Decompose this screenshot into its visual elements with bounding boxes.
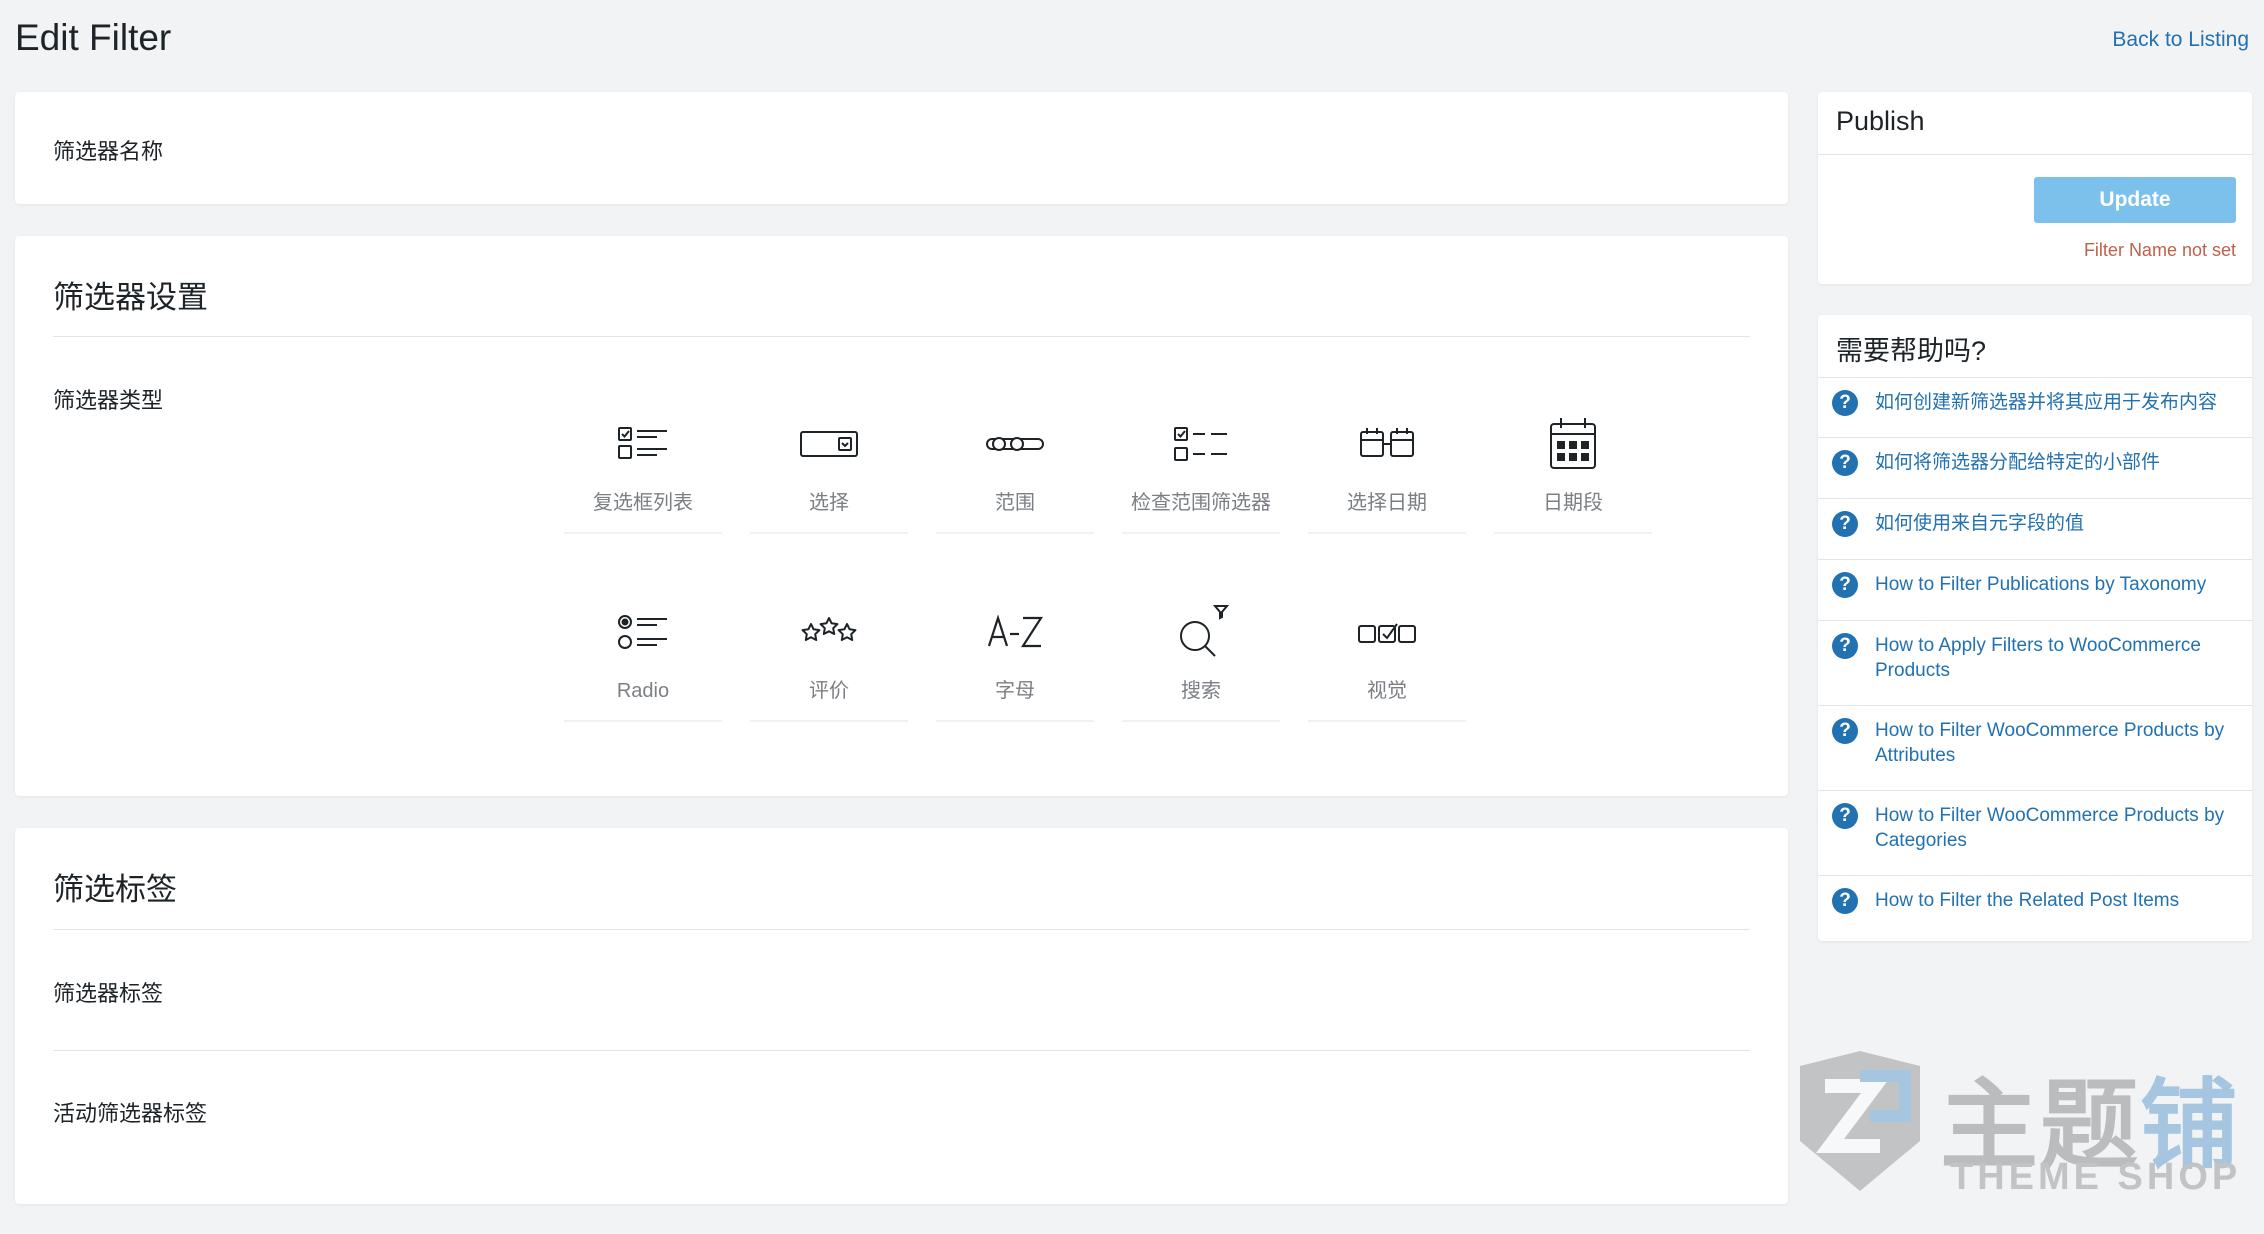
help-link[interactable]: How to Filter the Related Post Items	[1875, 888, 2238, 913]
back-to-listing-link[interactable]: Back to Listing	[2112, 28, 2249, 52]
filter-settings-card: 筛选器设置 筛选器类型 复选框列表 选择 范围 检查范围筛选器 选择日期 日期段…	[15, 236, 1788, 796]
active-filter-label-field-label: 活动筛选器标签	[53, 1101, 208, 1126]
help-link-item: ? How to Filter WooCommerce Products by …	[1818, 790, 2252, 876]
help-link[interactable]: How to Filter WooCommerce Products by Ca…	[1875, 803, 2238, 853]
help-link-item: ? 如何创建新筛选器并将其应用于发布内容	[1818, 377, 2252, 438]
help-link-item: ? How to Filter Publications by Taxonomy	[1818, 559, 2252, 620]
help-link[interactable]: How to Filter WooCommerce Products by At…	[1875, 718, 2238, 768]
visual-icon	[1358, 623, 1416, 643]
filter-type-checkboxes[interactable]: 复选框列表	[564, 394, 722, 534]
divider	[53, 336, 1750, 337]
filter-name-label: 筛选器名称	[53, 139, 164, 164]
question-icon: ?	[1832, 572, 1858, 598]
filter-type-date-picker[interactable]: 选择日期	[1308, 394, 1466, 534]
filter-type-search[interactable]: 搜索	[1122, 582, 1280, 722]
rating-stars-icon	[801, 617, 857, 641]
date-picker-icon	[1360, 428, 1414, 457]
filter-type-label-text: 选择日期	[1347, 492, 1427, 514]
filter-labels-card: 筛选标签 筛选器标签 活动筛选器标签	[15, 828, 1788, 1204]
filter-type-label: 筛选器类型	[53, 388, 164, 413]
help-link[interactable]: How to Filter Publications by Taxonomy	[1875, 572, 2238, 597]
filter-type-range[interactable]: 范围	[936, 394, 1094, 534]
filter-name-error: Filter Name not set	[2083, 240, 2236, 260]
watermark-logo: 主题铺 THEME SHOP	[1790, 1038, 2250, 1208]
filter-type-alphabet[interactable]: 字母	[936, 582, 1094, 722]
watermark-subtext: THEME SHOP	[1950, 1156, 2242, 1198]
filter-type-label-text: 选择	[809, 492, 849, 514]
filter-type-radio[interactable]: Radio	[564, 582, 722, 722]
date-period-icon	[1550, 418, 1596, 469]
alphabet-icon	[987, 614, 1044, 648]
question-icon: ?	[1832, 390, 1858, 416]
filter-label-field-label: 筛选器标签	[53, 981, 164, 1006]
page-title: Edit Filter	[15, 17, 172, 58]
filter-type-label-text: Radio	[616, 680, 670, 702]
filter-type-label-text: 搜索	[1181, 680, 1221, 702]
question-icon: ?	[1832, 633, 1858, 659]
help-title: 需要帮助吗?	[1836, 336, 1987, 366]
update-button[interactable]: Update	[2034, 177, 2236, 223]
filter-type-visual[interactable]: 视觉	[1308, 582, 1466, 722]
range-icon	[986, 437, 1044, 451]
select-icon	[800, 431, 858, 457]
filter-name-card: 筛选器名称	[15, 92, 1788, 204]
filter-type-select[interactable]: 选择	[750, 394, 908, 534]
filter-type-label-text: 范围	[995, 492, 1035, 514]
question-icon: ?	[1832, 450, 1858, 476]
filter-type-label-text: 检查范围筛选器	[1131, 492, 1271, 514]
help-link[interactable]: How to Apply Filters to WooCommerce Prod…	[1875, 633, 2238, 683]
help-link-item: ? How to Filter the Related Post Items	[1818, 875, 2252, 941]
publish-title: Publish	[1836, 106, 1925, 136]
help-link-item: ? 如何将筛选器分配给特定的小部件	[1818, 437, 2252, 498]
help-link-item: ? How to Filter WooCommerce Products by …	[1818, 705, 2252, 791]
help-link-item: ? 如何使用来自元字段的值	[1818, 498, 2252, 559]
labels-section-title: 筛选标签	[53, 872, 177, 907]
question-icon: ?	[1832, 803, 1858, 829]
search-icon	[1180, 605, 1230, 657]
filter-type-check-range[interactable]: 检查范围筛选器	[1122, 394, 1280, 534]
filter-type-label-text: 日期段	[1543, 492, 1603, 514]
watermark-mark-icon	[1800, 1051, 1920, 1191]
radio-icon	[618, 615, 667, 649]
filter-type-rating[interactable]: 评价	[750, 582, 908, 722]
question-icon: ?	[1832, 888, 1858, 914]
divider	[53, 1050, 1750, 1051]
publish-panel: Publish Update Filter Name not set	[1818, 92, 2252, 284]
filter-type-date-period[interactable]: 日期段	[1494, 394, 1652, 534]
filter-type-label-text: 字母	[995, 680, 1035, 702]
divider	[1818, 154, 2252, 155]
help-link[interactable]: 如何使用来自元字段的值	[1875, 511, 2238, 536]
filter-type-label-text: 评价	[809, 680, 849, 702]
help-link-item: ? How to Apply Filters to WooCommerce Pr…	[1818, 620, 2252, 706]
help-link[interactable]: 如何创建新筛选器并将其应用于发布内容	[1875, 390, 2238, 415]
help-panel: 需要帮助吗? ? 如何创建新筛选器并将其应用于发布内容 ? 如何将筛选器分配给特…	[1818, 315, 2252, 941]
filter-type-label-text: 复选框列表	[593, 492, 693, 514]
check-range-icon	[1174, 427, 1227, 461]
divider	[53, 929, 1750, 930]
help-link[interactable]: 如何将筛选器分配给特定的小部件	[1875, 450, 2238, 475]
checkbox-list-icon	[618, 427, 667, 459]
filter-type-label-text: 视觉	[1367, 680, 1407, 702]
question-icon: ?	[1832, 511, 1858, 537]
settings-section-title: 筛选器设置	[53, 280, 208, 315]
question-icon: ?	[1832, 718, 1858, 744]
